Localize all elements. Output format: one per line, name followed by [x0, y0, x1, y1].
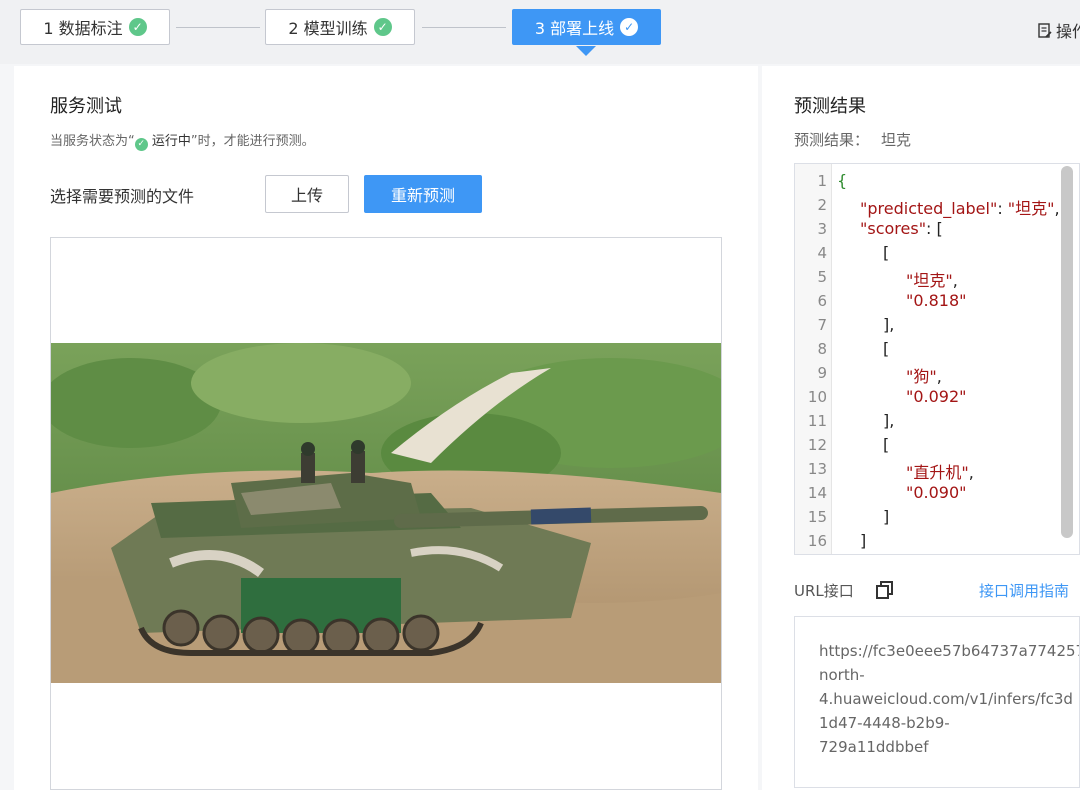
- ops-menu[interactable]: 操作: [1038, 18, 1080, 42]
- check-circle-icon: ✓: [373, 18, 392, 36]
- code-line: "狗",: [906, 363, 942, 387]
- code-token: "坦克": [906, 271, 953, 290]
- code-line: ],: [883, 411, 894, 430]
- code-token: [: [883, 435, 890, 454]
- url-line: 729a11ddbbef: [819, 738, 929, 756]
- code-line: [: [883, 339, 889, 358]
- code-line: [: [883, 243, 889, 262]
- line-number: 15: [807, 508, 827, 526]
- json-result-viewer[interactable]: 1{2 "predicted_label": "坦克", 3 "scores": [4…: [794, 163, 1080, 555]
- step-label: 2 模型训练: [288, 19, 368, 38]
- line-number: 11: [807, 412, 827, 430]
- step-label: 1 数据标注: [43, 19, 123, 38]
- code-token: "坦克": [1007, 199, 1055, 218]
- url-line: 4.huaweicloud.com/v1/infers/fc3d: [819, 690, 1073, 708]
- service-test-title: 服务测试: [50, 96, 122, 117]
- url-line: north-: [819, 666, 865, 684]
- code-line: ]: [883, 507, 889, 526]
- code-token: "scores": [860, 219, 927, 238]
- hint-prefix: 当服务状态为“: [50, 134, 135, 149]
- line-number: 5: [817, 268, 827, 286]
- api-guide-link[interactable]: 接口调用指南: [979, 580, 1069, 601]
- code-line: {: [837, 171, 847, 190]
- result-label: 预测结果：: [794, 131, 870, 149]
- url-interface-label: URL接口: [794, 582, 854, 600]
- code-token: "狗": [906, 367, 937, 386]
- choose-file-label: 选择需要预测的文件: [50, 187, 195, 206]
- line-number: 7: [817, 316, 827, 334]
- line-number: 9: [817, 364, 827, 382]
- step-deploy[interactable]: 3 部署上线 ✓: [512, 9, 661, 45]
- code-token: ,: [968, 463, 974, 482]
- code-token: {: [837, 171, 848, 190]
- url-line: 1d47-4448-b2b9-: [819, 714, 950, 732]
- code-line: "0.092": [906, 387, 967, 406]
- step-model-training[interactable]: 2 模型训练 ✓: [265, 9, 415, 45]
- code-line: ]: [860, 531, 866, 550]
- code-token: "predicted_label": [860, 199, 998, 218]
- active-step-pointer: [576, 46, 596, 56]
- line-number: 3: [817, 220, 827, 238]
- code-token: "直升机": [906, 463, 969, 482]
- url-line: https://fc3e0eee57b64737a774257: [819, 642, 1080, 660]
- code-token: "0.090": [906, 483, 967, 502]
- step-connector: [176, 27, 260, 28]
- code-token: [: [883, 243, 890, 262]
- step-label: 3 部署上线: [534, 19, 615, 38]
- code-line: [: [883, 435, 889, 454]
- line-number: 14: [807, 484, 827, 502]
- line-number: 6: [817, 292, 827, 310]
- code-line: "0.090": [906, 483, 967, 502]
- line-number: 12: [807, 436, 827, 454]
- code-token: ],: [883, 411, 895, 430]
- line-number: 1: [817, 172, 827, 190]
- line-number: 8: [817, 340, 827, 358]
- wizard-steps-bar: 1 数据标注 ✓ 2 模型训练 ✓ 3 部署上线 ✓ 操作: [0, 0, 1080, 64]
- code-line: "scores": [: [860, 219, 943, 238]
- line-number: 13: [807, 460, 827, 478]
- code-scrollbar[interactable]: [1061, 166, 1073, 538]
- code-line: "直升机",: [906, 459, 974, 483]
- code-token: "0.092": [906, 387, 967, 406]
- repredict-button[interactable]: 重新预测: [364, 175, 482, 213]
- code-token: "0.818": [906, 291, 967, 310]
- line-number: 16: [807, 532, 827, 550]
- code-token: ,: [936, 367, 942, 386]
- code-token: ,: [1054, 199, 1060, 218]
- edit-document-icon: [1038, 23, 1052, 38]
- code-token: ,: [952, 271, 958, 290]
- check-circle-icon: ✓: [134, 137, 148, 151]
- predict-result-summary: 预测结果： 坦克: [794, 129, 911, 150]
- code-token: ]: [883, 507, 890, 526]
- image-preview: [50, 237, 722, 790]
- url-text-box[interactable]: https://fc3e0eee57b64737a774257 north- 4.h…: [794, 616, 1080, 788]
- check-circle-icon: ✓: [128, 18, 147, 36]
- result-value: 坦克: [881, 131, 912, 149]
- ops-label: 操作: [1056, 22, 1080, 41]
- step-connector: [422, 27, 506, 28]
- predict-result-title: 预测结果: [794, 96, 866, 117]
- code-line: "0.818": [906, 291, 967, 310]
- predict-result-panel: 预测结果 预测结果： 坦克 1 {2 "predicted_label": "坦克",…: [762, 66, 1080, 790]
- check-circle-icon: ✓: [620, 18, 639, 36]
- code-token: : [: [926, 219, 943, 238]
- copy-icon[interactable]: [874, 580, 894, 600]
- code-line: "predicted_label": "坦克",: [860, 195, 1060, 219]
- tank-photo: [51, 343, 721, 683]
- status-running: 运行中: [151, 134, 191, 149]
- line-number: 4: [817, 244, 827, 262]
- step-data-labeling[interactable]: 1 数据标注 ✓: [20, 9, 170, 45]
- code-line: "坦克",: [906, 267, 958, 291]
- code-token: [: [883, 339, 890, 358]
- code-token: ],: [883, 315, 895, 334]
- upload-button[interactable]: 上传: [265, 175, 349, 213]
- service-status-hint: 当服务状态为“ ✓ 运行中”时，才能进行预测。: [50, 130, 315, 151]
- line-number: 2: [817, 196, 827, 214]
- service-test-panel: 服务测试 当服务状态为“ ✓ 运行中”时，才能进行预测。 选择需要预测的文件 上传…: [14, 66, 758, 790]
- code-line: ],: [883, 315, 894, 334]
- code-token: :: [997, 199, 1008, 218]
- line-number: 10: [807, 388, 827, 406]
- hint-suffix: ”时，才能进行预测。: [190, 134, 315, 149]
- code-token: ]: [860, 531, 867, 550]
